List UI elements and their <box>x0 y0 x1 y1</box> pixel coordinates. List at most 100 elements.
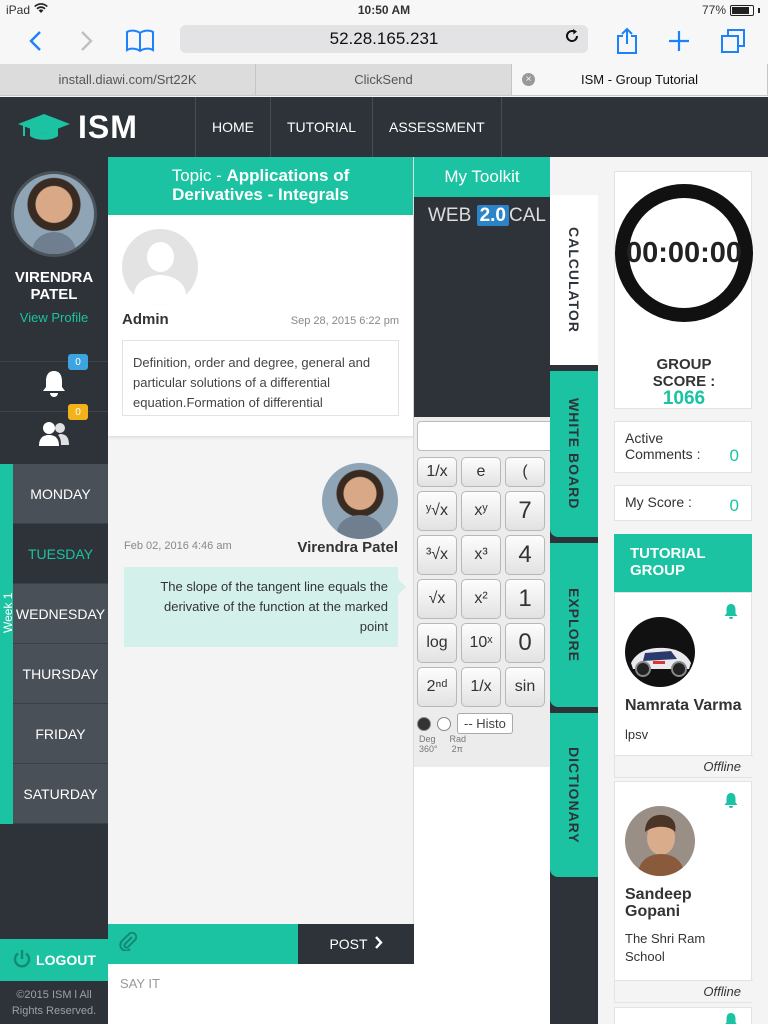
nav-home[interactable]: HOME <box>195 97 270 157</box>
group-badge: 0 <box>68 404 88 420</box>
forward-icon[interactable] <box>72 26 102 56</box>
angle-sublabels: 360° 2π <box>419 744 547 754</box>
topic-title-2: Derivatives - Integrals <box>172 185 349 204</box>
member-name-line: Gopani <box>625 903 681 920</box>
attach-button[interactable] <box>108 924 298 964</box>
bell-icon[interactable] <box>723 792 739 813</box>
back-icon[interactable] <box>20 26 50 56</box>
tab-dictionary[interactable]: DICTIONARY <box>550 713 598 877</box>
key-yth-root[interactable]: ʸ√x <box>417 491 457 531</box>
key-ten-pow-x[interactable]: 10ˣ <box>461 623 501 663</box>
day-saturday[interactable]: SATURDAY <box>13 764 108 824</box>
close-icon[interactable]: × <box>522 73 535 86</box>
tab-ism-group-tutorial[interactable]: × ISM - Group Tutorial <box>512 64 768 95</box>
key-x-squared[interactable]: x² <box>461 579 501 619</box>
battery-icon <box>730 4 754 16</box>
profile-panel: VIRENDRA PATEL View Profile <box>0 157 108 361</box>
tab-diawi[interactable]: install.diawi.com/Srt22K <box>0 64 256 95</box>
tabs-overview-icon[interactable] <box>718 26 748 56</box>
post-button[interactable]: POST <box>298 924 414 964</box>
key-4[interactable]: 4 <box>505 535 545 575</box>
power-icon <box>12 949 32 972</box>
group-score-value: 1066 <box>662 388 706 409</box>
copyright: ©2015 ISM l All Rights Reserved. <box>0 987 108 1019</box>
key-cube-root[interactable]: ³√x <box>417 535 457 575</box>
angle-labels: Deg Rad <box>419 734 547 744</box>
active-comments-card: Active Comments : 0 <box>614 421 752 473</box>
battery-tip <box>758 7 760 13</box>
ism-logo[interactable]: ISM <box>0 97 195 157</box>
calculator: 1/x e ( ʸ√x xʸ 7 ³√x x³ 4 √x x² 1 log 10… <box>414 417 550 767</box>
key-2nd[interactable]: 2ⁿᵈ <box>417 667 457 707</box>
key-reciprocal-2[interactable]: 1/x <box>461 667 501 707</box>
key-log[interactable]: log <box>417 623 457 663</box>
key-e[interactable]: e <box>461 457 501 487</box>
toolkit-title: My Toolkit <box>414 157 550 197</box>
tab-clicksend[interactable]: ClickSend <box>256 64 512 95</box>
group-member-card[interactable] <box>614 1007 752 1024</box>
calculator-display[interactable] <box>417 421 550 451</box>
bell-icon <box>41 369 67 404</box>
paperclip-icon <box>118 931 138 957</box>
browser-tabs: install.diawi.com/Srt22K ClickSend × ISM… <box>0 64 768 96</box>
bell-icon[interactable] <box>723 1012 739 1024</box>
tab-label: ClickSend <box>354 72 413 87</box>
post-date: Sep 28, 2015 6:22 pm <box>290 315 399 327</box>
member-school: lpsv <box>625 727 649 742</box>
group-member-card[interactable]: Namrata Varma lpsv Offline <box>614 592 753 778</box>
key-1[interactable]: 1 <box>505 579 545 619</box>
day-friday[interactable]: FRIDAY <box>13 704 108 764</box>
reply-bubble: The slope of the tangent line equals the… <box>124 567 406 647</box>
tab-label: ISM - Group Tutorial <box>580 72 699 87</box>
group-member-card[interactable]: Sandeep Gopani The Shri Ram School Offli… <box>614 781 753 1003</box>
day-list: MONDAY TUESDAY WEDNESDAY THURSDAY FRIDAY… <box>13 464 108 824</box>
tutorial-group-header: TUTORIAL GROUP <box>614 534 752 592</box>
notification-badge: 0 <box>68 354 88 370</box>
tab-white-board[interactable]: WHITE BOARD <box>550 371 598 537</box>
bookmarks-icon[interactable] <box>122 26 158 56</box>
member-school-line: The Shri Ram <box>625 931 706 946</box>
day-wednesday[interactable]: WEDNESDAY <box>13 584 108 644</box>
share-icon[interactable] <box>612 26 642 56</box>
tab-explore[interactable]: EXPLORE <box>550 543 598 707</box>
member-school-line: School <box>625 949 665 964</box>
address-bar[interactable]: 52.28.165.231 <box>180 25 588 53</box>
notifications-button[interactable]: 0 <box>0 354 108 411</box>
key-reciprocal[interactable]: 1/x <box>417 457 457 487</box>
key-open-paren[interactable]: ( <box>505 457 545 487</box>
history-select[interactable]: -- Histo <box>457 713 513 734</box>
message-input[interactable]: SAY IT <box>108 964 414 1024</box>
key-x-pow-y[interactable]: xʸ <box>461 491 501 531</box>
new-tab-icon[interactable] <box>664 26 694 56</box>
day-tuesday[interactable]: TUESDAY <box>13 524 108 584</box>
nav-tutorial[interactable]: TUTORIAL <box>270 97 372 157</box>
key-0[interactable]: 0 <box>505 623 545 663</box>
deg-radio[interactable] <box>417 716 431 731</box>
avatar <box>625 806 695 876</box>
group-button[interactable]: 0 <box>0 404 108 461</box>
member-name: Namrata Varma <box>625 697 742 714</box>
key-7[interactable]: 7 <box>505 491 545 531</box>
key-x-cubed[interactable]: x³ <box>461 535 501 575</box>
view-profile-link[interactable]: View Profile <box>0 310 108 325</box>
score-panel: 00:00:00 GROUP SCORE : 1066 Active Comme… <box>598 157 768 1024</box>
tab-explore-label: EXPLORE <box>566 588 582 662</box>
profile-last-name: PATEL <box>30 286 78 303</box>
group-score: GROUP SCORE : 1066 <box>615 356 753 409</box>
tab-dictionary-label: DICTIONARY <box>566 746 582 844</box>
tab-calculator[interactable]: CALCULATOR <box>550 195 598 365</box>
key-sin[interactable]: sin <box>505 667 545 707</box>
avatar[interactable] <box>11 171 97 257</box>
nav-assessment[interactable]: ASSESSMENT <box>371 97 502 157</box>
logout-button[interactable]: LOGOUT <box>0 939 108 981</box>
deg-label: Deg <box>419 734 436 744</box>
graduation-cap-icon <box>16 112 72 142</box>
key-sqrt[interactable]: √x <box>417 579 457 619</box>
reload-icon[interactable] <box>564 28 580 49</box>
active-comments-label: Active <box>625 430 664 446</box>
day-thursday[interactable]: THURSDAY <box>13 644 108 704</box>
day-monday[interactable]: MONDAY <box>13 464 108 524</box>
bell-icon[interactable] <box>723 603 739 624</box>
rad-radio[interactable] <box>437 716 451 731</box>
rad-label: Rad <box>449 734 467 744</box>
